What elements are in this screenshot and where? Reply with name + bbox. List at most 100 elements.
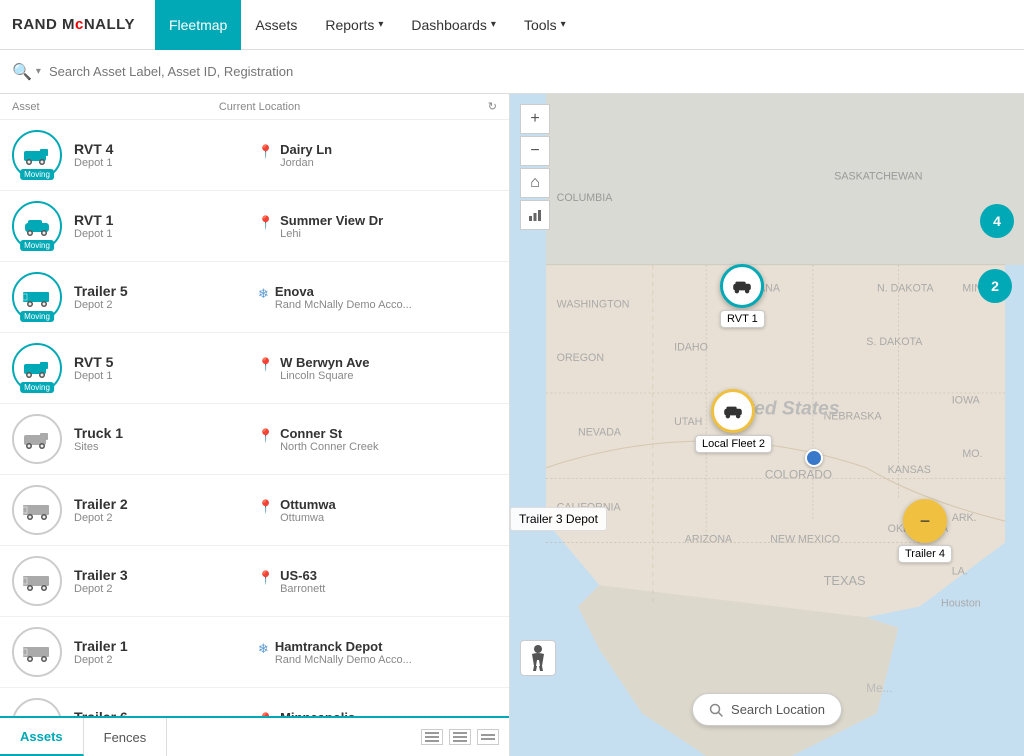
map-marker-local-fleet[interactable]: Local Fleet 2 [695, 389, 772, 453]
location-sub: Barronett [280, 583, 325, 595]
nav-dashboards[interactable]: Dashboards ▾ [397, 0, 510, 50]
map-controls: + − ⌂ [520, 104, 550, 230]
svg-text:Houston: Houston [941, 598, 981, 610]
zoom-out-button[interactable]: − [520, 136, 550, 166]
location-name: US-63 [280, 568, 325, 583]
location-info: 📍 Summer View Dr Lehi [258, 213, 497, 240]
location-detail: Summer View Dr Lehi [280, 213, 383, 240]
asset-name: Trailer 6 [74, 709, 258, 716]
asset-icon-trailer6 [12, 698, 62, 716]
zoom-in-button[interactable]: + [520, 104, 550, 134]
search-location-button[interactable]: Search Location [692, 693, 842, 726]
asset-info: Trailer 2 Depot 2 [74, 496, 258, 524]
location-name: Enova [275, 284, 412, 299]
map-marker-cluster-ne[interactable]: 4 [980, 204, 1014, 238]
location-pin-icon: ❄ [258, 641, 269, 657]
view-icon-large[interactable] [477, 729, 499, 745]
location-name: Conner St [280, 426, 378, 441]
asset-row[interactable]: Moving RVT 4 Depot 1 📍 Dairy Ln Jordan [0, 120, 509, 191]
left-panel: Asset Current Location ↻ Moving [0, 94, 510, 756]
location-info: 📍 W Berwyn Ave Lincoln Square [258, 355, 497, 382]
search-bar: 🔍 ▾ [0, 50, 1024, 94]
svg-text:COLORADO: COLORADO [765, 468, 832, 481]
asset-icon-rvt1: Moving [12, 201, 62, 251]
asset-depot: Depot 2 [74, 299, 258, 311]
refresh-icon[interactable]: ↻ [488, 100, 497, 113]
asset-row[interactable]: Moving RVT 1 Depot 1 📍 Summer View Dr Le… [0, 191, 509, 262]
svg-text:OREGON: OREGON [557, 352, 604, 364]
col-location-header: Current Location [219, 101, 488, 113]
marker-bubble-trailer4: − [903, 499, 947, 543]
asset-row[interactable]: Truck 1 Sites 📍 Conner St North Conner C… [0, 404, 509, 475]
asset-info: RVT 1 Depot 1 [74, 212, 258, 240]
nav-reports[interactable]: Reports ▾ [311, 0, 397, 50]
marker-label-rvt1: RVT 1 [720, 310, 765, 328]
nav-assets[interactable]: Assets [241, 0, 311, 50]
location-name: Ottumwa [280, 497, 336, 512]
location-info: 📍 Ottumwa Ottumwa [258, 497, 497, 524]
svg-text:NEVADA: NEVADA [578, 427, 622, 439]
asset-name: Trailer 2 [74, 496, 258, 512]
asset-info: Trailer 1 Depot 2 [74, 638, 258, 666]
top-nav: RAND McNALLY Fleetmap Assets Reports ▾ D… [0, 0, 1024, 50]
asset-name: Truck 1 [74, 425, 258, 441]
location-detail: US-63 Barronett [280, 568, 325, 595]
asset-row[interactable]: Moving Trailer 5 Depot 2 ❄ Enova Rand Mc… [0, 262, 509, 333]
map-marker-trailer4[interactable]: − Trailer 4 [898, 499, 952, 563]
asset-depot: Depot 2 [74, 583, 258, 595]
asset-list: Moving RVT 4 Depot 1 📍 Dairy Ln Jordan [0, 120, 509, 716]
trailer3-depot-label: Trailer 3 Depot [510, 507, 607, 531]
location-name: Summer View Dr [280, 213, 383, 228]
map-marker-blue-dot[interactable] [805, 449, 823, 467]
nav-tools[interactable]: Tools ▾ [510, 0, 580, 50]
view-icon-grid[interactable] [449, 729, 471, 745]
asset-row[interactable]: Trailer 1 Depot 2 ❄ Hamtranck Depot Rand… [0, 617, 509, 688]
location-detail: W Berwyn Ave Lincoln Square [280, 355, 369, 382]
location-info: 📍 US-63 Barronett [258, 568, 497, 595]
asset-row[interactable]: Trailer 2 Depot 2 📍 Ottumwa Ottumwa [0, 475, 509, 546]
search-icon: 🔍 [12, 62, 32, 82]
map-area[interactable]: COLUMBIA SASKATCHEWAN WASHINGTON MONTANA… [510, 94, 1024, 756]
asset-icon-rvt4: Moving [12, 130, 62, 180]
blue-dot-marker [805, 449, 823, 467]
svg-text:ARIZONA: ARIZONA [685, 533, 733, 545]
cluster-dot-mw: 2 [978, 269, 1012, 303]
location-sub: North Conner Creek [280, 441, 378, 453]
nav-fleetmap[interactable]: Fleetmap [155, 0, 241, 50]
location-sub: Rand McNally Demo Acco... [275, 654, 412, 666]
view-icons [411, 718, 509, 756]
location-pin-icon: 📍 [258, 357, 274, 373]
svg-text:TEXAS: TEXAS [824, 573, 866, 588]
location-pin-icon: ❄ [258, 286, 269, 302]
tab-assets[interactable]: Assets [0, 718, 84, 756]
map-marker-rvt1[interactable]: RVT 1 [720, 264, 765, 328]
location-sub: Jordan [280, 157, 332, 169]
col-asset-header: Asset [12, 101, 219, 113]
asset-icon-trailer1 [12, 627, 62, 677]
asset-info: RVT 4 Depot 1 [74, 141, 258, 169]
view-icon-list[interactable] [421, 729, 443, 745]
streetview-icon[interactable] [520, 640, 556, 676]
location-pin-icon: 📍 [258, 428, 274, 444]
location-info: ❄ Hamtranck Depot Rand McNally Demo Acco… [258, 639, 497, 666]
search-dropdown-arrow[interactable]: ▾ [36, 66, 41, 77]
tab-fences[interactable]: Fences [84, 718, 168, 756]
status-badge-moving: Moving [20, 382, 54, 393]
asset-row[interactable]: Trailer 3 Depot 2 📍 US-63 Barronett [0, 546, 509, 617]
search-input[interactable] [49, 64, 349, 79]
location-detail: Ottumwa Ottumwa [280, 497, 336, 524]
list-header: Asset Current Location ↻ [0, 94, 509, 120]
chart-button[interactable] [520, 200, 550, 230]
svg-text:COLUMBIA: COLUMBIA [557, 192, 614, 204]
asset-row[interactable]: Moving RVT 5 Depot 1 📍 W Berwyn Ave Linc… [0, 333, 509, 404]
asset-name: Trailer 3 [74, 567, 258, 583]
asset-icon-rvt5: Moving [12, 343, 62, 393]
location-info: 📍 Dairy Ln Jordan [258, 142, 497, 169]
asset-row[interactable]: Trailer 6 Depot 2 📍 Minneapolis Minneapo… [0, 688, 509, 716]
location-info: ❄ Enova Rand McNally Demo Acco... [258, 284, 497, 311]
home-button[interactable]: ⌂ [520, 168, 550, 198]
location-detail: Hamtranck Depot Rand McNally Demo Acco..… [275, 639, 412, 666]
map-marker-cluster-mw[interactable]: 2 [978, 269, 1012, 303]
svg-text:IDAHO: IDAHO [674, 341, 708, 353]
asset-depot: Depot 1 [74, 370, 258, 382]
